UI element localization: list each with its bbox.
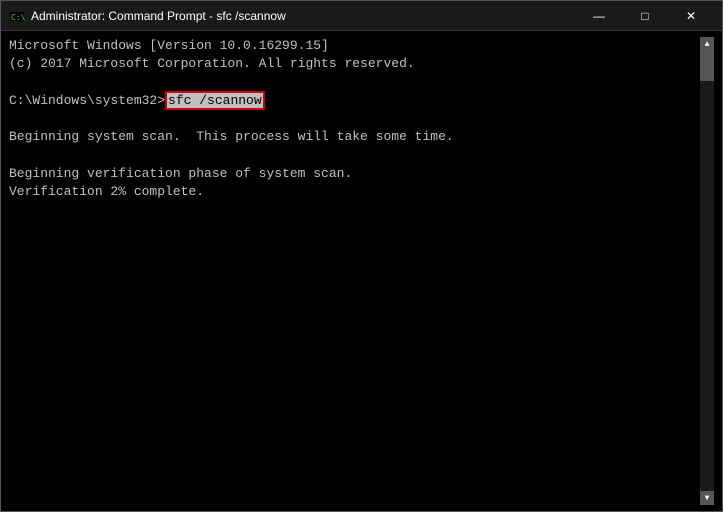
maximize-button[interactable]: □ — [622, 1, 668, 31]
terminal-content[interactable]: Microsoft Windows [Version 10.0.16299.15… — [9, 37, 700, 505]
terminal-line — [9, 147, 700, 165]
scrollbar-down-arrow[interactable]: ▼ — [700, 491, 714, 505]
command-highlight: sfc /scannow — [165, 91, 265, 110]
svg-text:C:\: C:\ — [11, 13, 25, 22]
window-title: Administrator: Command Prompt - sfc /sca… — [31, 9, 286, 23]
terminal-body: Microsoft Windows [Version 10.0.16299.15… — [1, 31, 722, 511]
scrollbar-thumb[interactable] — [700, 51, 714, 81]
cmd-window: C:\ Administrator: Command Prompt - sfc … — [0, 0, 723, 512]
prompt: C:\Windows\system32> — [9, 93, 165, 108]
terminal-line — [9, 73, 700, 91]
terminal-line: (c) 2017 Microsoft Corporation. All righ… — [9, 55, 700, 73]
minimize-button[interactable]: — — [576, 1, 622, 31]
scrollbar[interactable]: ▲ ▼ — [700, 37, 714, 505]
terminal-line-verification-complete: Verification 2% complete. — [9, 183, 700, 201]
terminal-line: Microsoft Windows [Version 10.0.16299.15… — [9, 37, 700, 55]
cmd-icon: C:\ — [9, 8, 25, 24]
title-bar-left: C:\ Administrator: Command Prompt - sfc … — [9, 8, 286, 24]
close-button[interactable]: ✕ — [668, 1, 714, 31]
title-bar: C:\ Administrator: Command Prompt - sfc … — [1, 1, 722, 31]
terminal-line-verification-phase: Beginning verification phase of system s… — [9, 165, 700, 183]
scrollbar-track[interactable] — [700, 51, 714, 491]
terminal-line: Beginning system scan. This process will… — [9, 128, 700, 146]
terminal-line — [9, 110, 700, 128]
command-line: C:\Windows\system32>sfc /scannow — [9, 91, 700, 110]
scrollbar-up-arrow[interactable]: ▲ — [700, 37, 714, 51]
window-controls: — □ ✕ — [576, 1, 714, 31]
